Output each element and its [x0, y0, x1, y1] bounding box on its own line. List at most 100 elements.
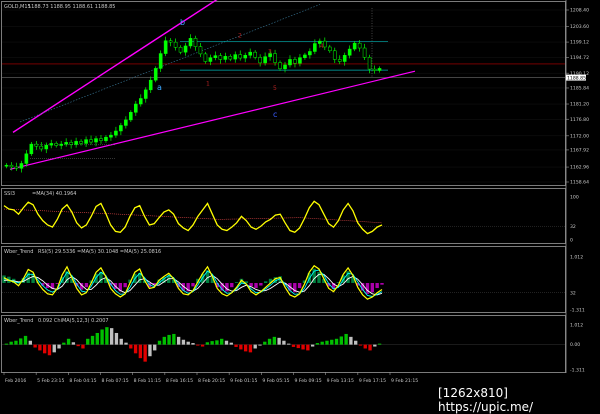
candle — [253, 51, 257, 58]
time-tick-label: 9 Feb 01:15 — [230, 378, 257, 384]
candle — [327, 46, 332, 52]
osc-bar — [287, 343, 291, 345]
osc-bar — [100, 329, 104, 345]
candle — [243, 55, 248, 59]
osc-bar — [296, 344, 300, 349]
osc-bar — [14, 340, 18, 345]
candle — [59, 143, 63, 146]
osc-bar — [339, 336, 344, 345]
candle — [54, 143, 59, 146]
ssi-tick-label: 32 — [570, 224, 576, 230]
osc-bar — [90, 335, 95, 345]
candle — [298, 57, 302, 64]
osc-bar — [358, 344, 363, 346]
osc-bar — [52, 344, 56, 353]
candle — [14, 166, 19, 169]
osc-bar — [181, 339, 186, 345]
candle — [39, 145, 44, 150]
candle — [248, 51, 252, 56]
osc-bar — [334, 338, 339, 345]
osc-bar — [157, 340, 162, 345]
candle — [183, 45, 188, 53]
candle — [158, 53, 163, 69]
osc-bar — [301, 344, 305, 350]
candle — [109, 134, 113, 138]
osc-bar — [129, 344, 133, 349]
osc-bar — [200, 344, 205, 347]
upper-trend-line — [12, 0, 218, 133]
osc-bar — [253, 344, 257, 349]
osc-bar — [33, 344, 37, 348]
osc-bar — [71, 342, 76, 345]
main-title: GOLD,M15 — [4, 4, 31, 10]
candle — [64, 142, 68, 145]
time-tick-label: 9 Feb 21:15 — [391, 378, 418, 384]
candle — [129, 112, 133, 121]
osc-bar — [368, 344, 372, 351]
osc-tick-label: 0.00 — [570, 342, 580, 348]
osc-bar — [315, 343, 320, 345]
osc-bar — [143, 344, 147, 362]
y-tick-label: 1208.40 — [570, 8, 589, 14]
candle — [69, 142, 73, 145]
candle — [119, 125, 123, 132]
osc-bar — [282, 340, 286, 345]
candle — [233, 54, 238, 60]
candle — [148, 79, 153, 91]
candle — [44, 144, 49, 150]
time-tick-label: 5 Feb 23:15 — [37, 378, 64, 384]
osc-layer: 1.012 0.00 -1.311 — [2, 323, 585, 374]
rsi-panel-frame — [1, 246, 566, 313]
time-tick-label: 8 Feb 11:15 — [134, 378, 161, 384]
osc-bar — [86, 338, 90, 345]
osc-bar — [196, 344, 200, 346]
candle — [134, 103, 138, 113]
candle — [362, 47, 367, 58]
osc-legend: 0.092 ChiMA(5,12,3) 0.2007 — [38, 318, 109, 324]
candle — [258, 57, 262, 64]
main-panel-frame — [1, 1, 566, 186]
wave-label-3: 3 — [268, 49, 272, 56]
candle — [124, 119, 128, 126]
wave-label-2: 2 — [238, 32, 242, 39]
osc-bar — [38, 344, 42, 351]
candle — [143, 89, 148, 99]
candle — [228, 56, 233, 60]
y-tick-label: 1194.72 — [570, 55, 589, 61]
osc-bar — [263, 341, 267, 345]
candle — [29, 143, 34, 155]
candle — [288, 59, 292, 66]
current-price-label: 1188.85 — [567, 75, 586, 81]
wave-label-c: c — [273, 110, 277, 119]
wave-label-b: b — [180, 18, 185, 27]
osc-bar — [306, 344, 310, 351]
osc-bar — [377, 343, 382, 345]
osc-bar — [76, 344, 80, 347]
candle — [168, 40, 173, 43]
candle — [104, 136, 108, 141]
time-axis: Feb 2016 5 Feb 23:15 8 Feb 04:15 8 Feb 07:1… — [3, 372, 418, 384]
candle — [9, 164, 14, 168]
osc-bar — [9, 341, 13, 345]
candle — [24, 153, 29, 164]
candle — [347, 48, 352, 56]
osc-bar — [109, 328, 114, 345]
osc-bar — [176, 336, 181, 345]
candle — [208, 57, 213, 62]
candle — [223, 56, 228, 60]
osc-bar — [363, 344, 367, 349]
wave-labels: b a c 2 1 3 4 5 — [157, 18, 324, 119]
candle — [303, 54, 307, 58]
candle — [114, 130, 118, 136]
osc-bar — [330, 339, 334, 345]
rsi-tick-label: 32 — [570, 290, 576, 296]
candle — [342, 55, 347, 62]
time-tick-label: 9 Feb 17:15 — [359, 378, 386, 384]
osc-tick-label: -1.311 — [570, 368, 585, 374]
osc-bar — [277, 337, 281, 345]
osc-bar — [95, 332, 99, 345]
osc-bar — [243, 344, 248, 352]
main-ohlc: 1188.73 1188.95 1188.61 1188.85 — [28, 4, 115, 10]
osc-tick-label: 1.012 — [570, 323, 583, 329]
trading-chart[interactable]: GOLD,M15 1188.73 1188.95 1188.61 1188.85… — [0, 0, 600, 405]
